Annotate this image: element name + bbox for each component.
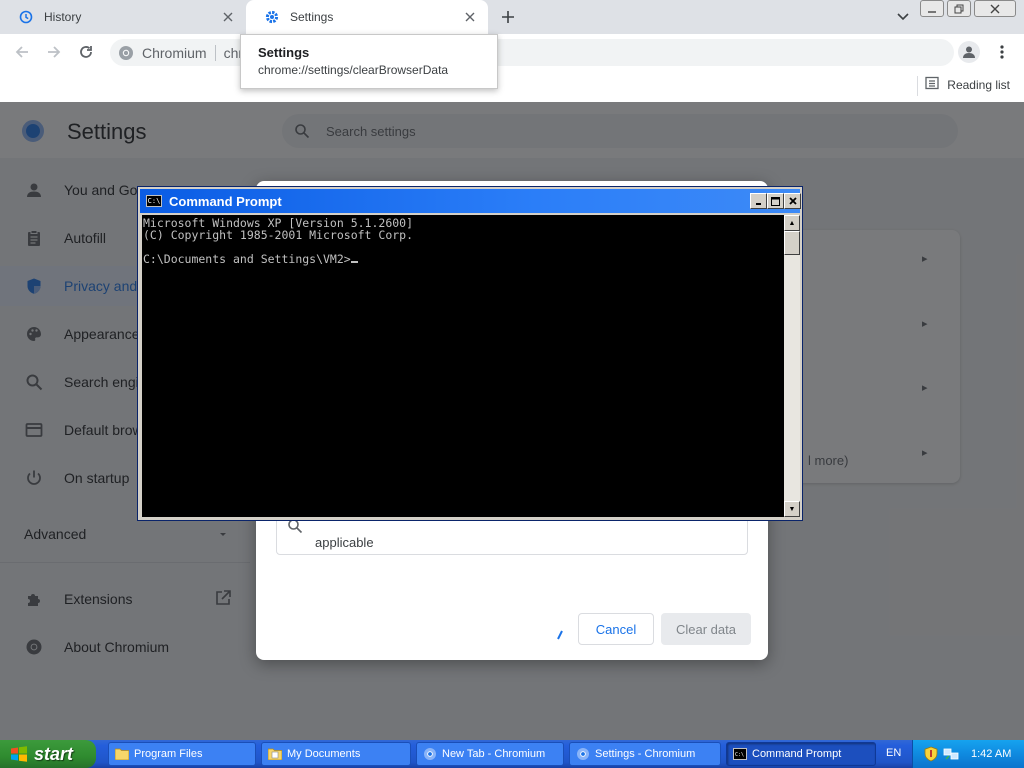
chevron-down-icon[interactable] [896, 9, 912, 25]
cmd-icon: C:\ [146, 195, 162, 207]
window-controls [920, 0, 1016, 17]
taskbar-item-settings-chromium[interactable]: Settings - Chromium [569, 742, 721, 766]
reading-list-icon [925, 76, 939, 93]
history-icon [18, 9, 34, 25]
start-label: start [34, 743, 74, 764]
maximize-button[interactable] [767, 193, 784, 209]
taskbar: start Program Files My Documents New Tab… [0, 740, 1024, 768]
taskbar-item-command-prompt[interactable]: C:\ Command Prompt [726, 742, 876, 766]
console-prompt: C:\Documents and Settings\VM2> [143, 252, 351, 266]
start-button[interactable]: start [0, 740, 96, 768]
taskbar-item-program-files[interactable]: Program Files [108, 742, 256, 766]
tooltip-url: chrome://settings/clearBrowserData [258, 63, 449, 77]
scroll-up-arrow-icon[interactable]: ▲ [784, 215, 800, 231]
text-cursor [350, 261, 358, 263]
tab-settings-label: Settings [290, 10, 334, 24]
console-line: (C) Copyright 1985-2001 Microsoft Corp. [143, 228, 414, 242]
taskbar-item-label: My Documents [287, 748, 361, 760]
divider [214, 44, 216, 61]
tab-history[interactable]: History [0, 0, 246, 34]
documents-icon [268, 747, 282, 761]
tab-settings[interactable]: Settings [246, 0, 488, 34]
folder-icon [115, 747, 129, 761]
minimize-button[interactable] [750, 193, 767, 209]
dialog-info-text: applicable [315, 535, 374, 550]
scroll-thumb[interactable] [784, 231, 800, 255]
scroll-down-arrow-icon[interactable]: ▼ [784, 501, 800, 517]
language-indicator[interactable]: EN [886, 747, 901, 759]
network-icon[interactable] [943, 746, 959, 762]
bookmarks-bar: Reading list [0, 70, 1024, 102]
taskbar-item-label: Program Files [134, 748, 203, 760]
forward-arrow-icon[interactable] [44, 42, 64, 62]
close-icon[interactable] [462, 9, 478, 25]
svg-text:C:\: C:\ [735, 752, 744, 758]
taskbar-item-label: Settings - Chromium [595, 748, 696, 760]
minimize-button[interactable] [920, 0, 944, 17]
close-window-button[interactable] [784, 193, 801, 209]
clock: 1:42 AM [971, 748, 1012, 760]
cmd-title-bar[interactable]: C:\ Command Prompt [140, 189, 801, 213]
console-output[interactable]: Microsoft Windows XP [Version 5.1.2600](… [142, 215, 784, 517]
reload-icon[interactable] [76, 42, 96, 62]
taskbar-item-my-documents[interactable]: My Documents [261, 742, 411, 766]
profile-avatar-icon[interactable] [958, 41, 980, 63]
site-name: Chromium [142, 44, 207, 61]
clear-data-button[interactable]: Clear data [661, 613, 751, 645]
reading-list-button[interactable]: Reading list [925, 76, 1010, 93]
menu-kebab-icon[interactable] [992, 42, 1012, 62]
taskbar-item-label: Command Prompt [752, 748, 842, 760]
windows-flag-icon [10, 746, 28, 762]
console-prompt-line: C:\Documents and Settings\VM2> [143, 253, 783, 265]
tab-hover-tooltip: Settings chrome://settings/clearBrowserD… [240, 34, 498, 89]
security-shield-icon[interactable] [923, 746, 939, 762]
close-icon[interactable] [220, 9, 236, 25]
chromium-icon [118, 45, 134, 61]
close-window-button[interactable] [974, 0, 1016, 17]
tab-history-label: History [44, 10, 82, 24]
vertical-scrollbar[interactable]: ▲ ▼ [784, 215, 800, 517]
chromium-icon [423, 747, 437, 761]
taskbar-item-label: New Tab - Chromium [442, 748, 546, 760]
command-prompt-window[interactable]: C:\ Command Prompt Microsoft Windows XP … [137, 186, 803, 521]
reading-list-label: Reading list [947, 77, 1010, 92]
new-tab-plus-icon[interactable] [498, 7, 518, 27]
chromium-icon [576, 747, 590, 761]
taskbar-item-new-tab-chromium[interactable]: New Tab - Chromium [416, 742, 564, 766]
address-bar[interactable]: Chromium chr [110, 39, 954, 66]
restore-button[interactable] [947, 0, 971, 17]
cancel-button[interactable]: Cancel [578, 613, 654, 645]
cmd-title: Command Prompt [169, 193, 282, 209]
system-tray: 1:42 AM [912, 740, 1024, 768]
tooltip-title: Settings [258, 45, 310, 60]
back-arrow-icon[interactable] [12, 42, 32, 62]
divider [917, 76, 918, 96]
tab-strip: History Settings [0, 0, 1024, 34]
loading-spinner-icon [556, 627, 566, 640]
gear-icon [264, 9, 280, 25]
cmd-icon: C:\ [733, 747, 747, 761]
